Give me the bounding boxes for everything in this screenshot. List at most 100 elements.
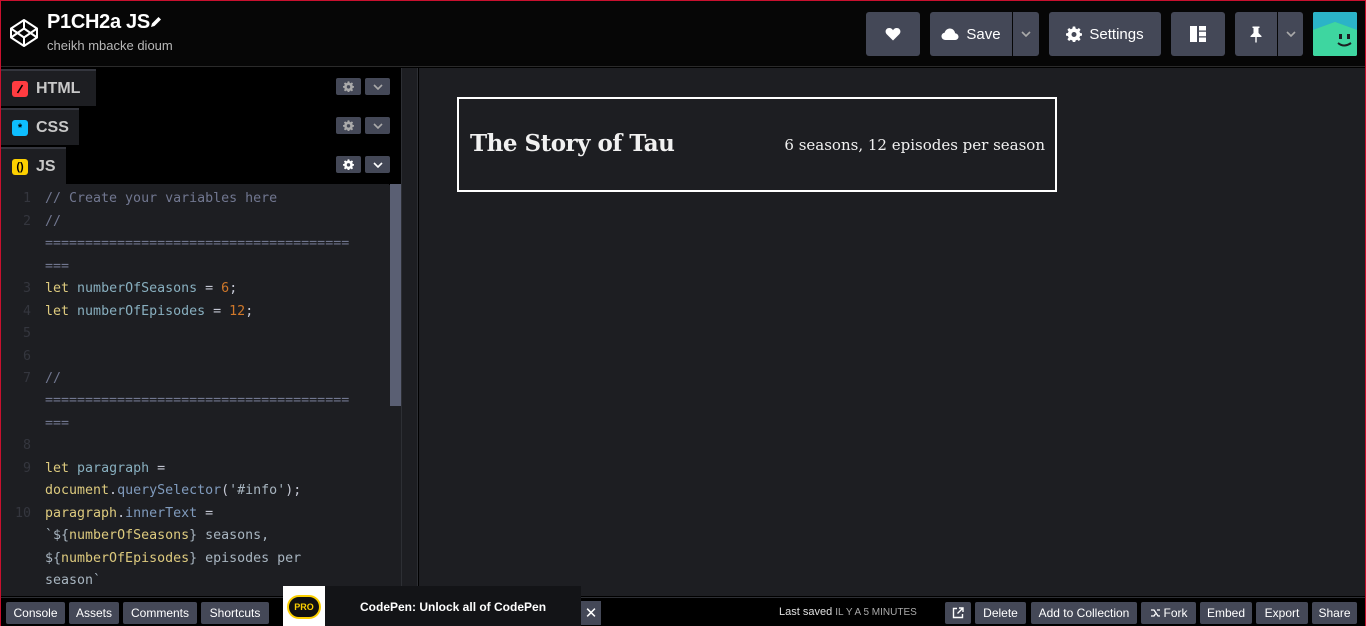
close-promo-button[interactable]: ✕ [581, 601, 601, 625]
share-button[interactable]: Share [1312, 602, 1357, 624]
codepen-logo-icon[interactable] [9, 18, 39, 48]
gear-icon [1066, 26, 1083, 42]
change-view-button[interactable] [1171, 12, 1225, 56]
result-preview: The Story of Tau 6 seasons, 12 episodes … [419, 68, 1365, 596]
code-scrollbar[interactable] [390, 184, 401, 406]
js-code-editor[interactable]: 1 2 3 4 5 6 7 8 9 10 // Create your vari… [1, 184, 389, 596]
code-operator: = [197, 281, 222, 296]
line-number: 4 [22, 304, 31, 319]
line-number: 3 [22, 281, 31, 296]
code-variable: numberOfEpisodes [61, 551, 190, 566]
code-keyword: let [45, 304, 70, 319]
code-comment: // [45, 371, 62, 386]
promo-text: CodePen: Unlock all of CodePen [360, 600, 547, 614]
code-operator: = [205, 304, 230, 319]
html-settings-button[interactable] [336, 78, 361, 95]
code-keyword: let [45, 461, 70, 476]
code-comment: ====================================== [45, 393, 350, 408]
js-editor-tab[interactable]: () JS [1, 147, 66, 184]
shortcuts-button[interactable]: Shortcuts [201, 602, 269, 624]
code-line: `${numberOfSeasons} seasons, [45, 528, 269, 543]
resize-handle[interactable] [402, 68, 418, 596]
user-avatar[interactable] [1313, 12, 1357, 56]
code-punct: . [109, 483, 118, 498]
cloud-icon [941, 28, 959, 40]
line-number: 2 [22, 214, 31, 229]
html-editor-tab[interactable]: HTML [1, 69, 96, 106]
code-line: // [45, 371, 61, 386]
editor-panel: HTML * CSS () JS 1 2 3 4 5 6 7 8 9 10 //… [1, 68, 402, 596]
comments-button[interactable]: Comments [123, 602, 197, 624]
code-line: ====================================== [45, 393, 349, 408]
last-saved-status: Last saved IL Y A 5 MINUTES [779, 606, 917, 618]
line-number: 7 [22, 371, 31, 386]
chevron-down-icon [372, 83, 383, 90]
code-line: document.querySelector('#info'); [45, 483, 301, 498]
code-string: '#info' [229, 483, 286, 498]
fork-icon [1150, 609, 1160, 617]
code-punct: ); [285, 483, 302, 498]
assets-button[interactable]: Assets [69, 602, 119, 624]
code-line: ====================================== [45, 236, 349, 251]
add-to-collection-button[interactable]: Add to Collection [1031, 602, 1137, 624]
code-function: querySelector [117, 483, 222, 498]
chevron-down-icon [1285, 31, 1296, 37]
code-string: } episodes per [189, 551, 302, 566]
css-editor-tab[interactable]: * CSS [1, 108, 79, 145]
code-comment: === [45, 259, 70, 274]
layout-icon [1190, 26, 1206, 42]
heart-icon [885, 28, 901, 41]
code-comment: // Create your variables here [45, 191, 278, 206]
code-comment: ====================================== [45, 236, 350, 251]
save-dropdown-button[interactable] [1013, 12, 1039, 56]
code-object: document [45, 483, 110, 498]
code-object: paragraph [45, 506, 118, 521]
settings-button[interactable]: Settings [1049, 12, 1161, 56]
code-line: === [45, 259, 69, 274]
pro-badge-text: PRO [294, 601, 314, 612]
console-button[interactable]: Console [6, 602, 65, 624]
code-property: innerText [125, 506, 198, 521]
code-line: === [45, 416, 69, 431]
code-punct: ; [245, 304, 254, 319]
export-button[interactable]: Export [1256, 602, 1308, 624]
last-saved-time: IL Y A 5 MINUTES [835, 607, 917, 618]
code-operator: = [197, 506, 214, 521]
code-string: } seasons, [189, 528, 270, 543]
line-number: 10 [14, 506, 31, 521]
code-keyword: let [45, 281, 70, 296]
css-asterisk-icon: * [12, 119, 28, 136]
line-number: 8 [22, 438, 31, 453]
js-editor-label: JS [36, 157, 56, 175]
js-collapse-button[interactable] [365, 156, 390, 173]
css-collapse-button[interactable] [365, 117, 390, 134]
pro-promo-banner[interactable]: PRO CodePen: Unlock all of CodePen [283, 586, 581, 626]
delete-button[interactable]: Delete [975, 602, 1026, 624]
heart-button[interactable] [866, 12, 920, 56]
pin-dropdown-button[interactable] [1278, 12, 1303, 56]
pen-title[interactable]: P1CH2a JS [47, 11, 150, 34]
fork-button[interactable]: Fork [1141, 602, 1196, 624]
author-name[interactable]: cheikh mbacke dioum [47, 38, 173, 53]
code-line: let paragraph = [45, 461, 165, 476]
code-line: // Create your variables here [45, 191, 277, 206]
line-number: 5 [22, 326, 31, 341]
show-title: The Story of Tau [470, 130, 675, 157]
pin-button[interactable] [1235, 12, 1277, 56]
code-number: 6 [221, 281, 230, 296]
css-editor-header: * CSS [1, 107, 401, 146]
js-settings-button[interactable] [336, 156, 361, 173]
save-button[interactable]: Save [930, 12, 1012, 56]
embed-button[interactable]: Embed [1200, 602, 1252, 624]
fork-label: Fork [1163, 606, 1188, 620]
last-saved-label: Last saved [779, 606, 833, 618]
html-editor-label: HTML [36, 79, 81, 97]
css-settings-button[interactable] [336, 117, 361, 134]
html-collapse-button[interactable] [365, 78, 390, 95]
html-slash-icon [12, 80, 28, 97]
code-variable: numberOfSeasons [69, 528, 190, 543]
settings-label: Settings [1089, 25, 1144, 43]
open-external-button[interactable] [945, 602, 971, 624]
pencil-icon[interactable] [149, 15, 163, 29]
gear-icon [343, 120, 354, 131]
